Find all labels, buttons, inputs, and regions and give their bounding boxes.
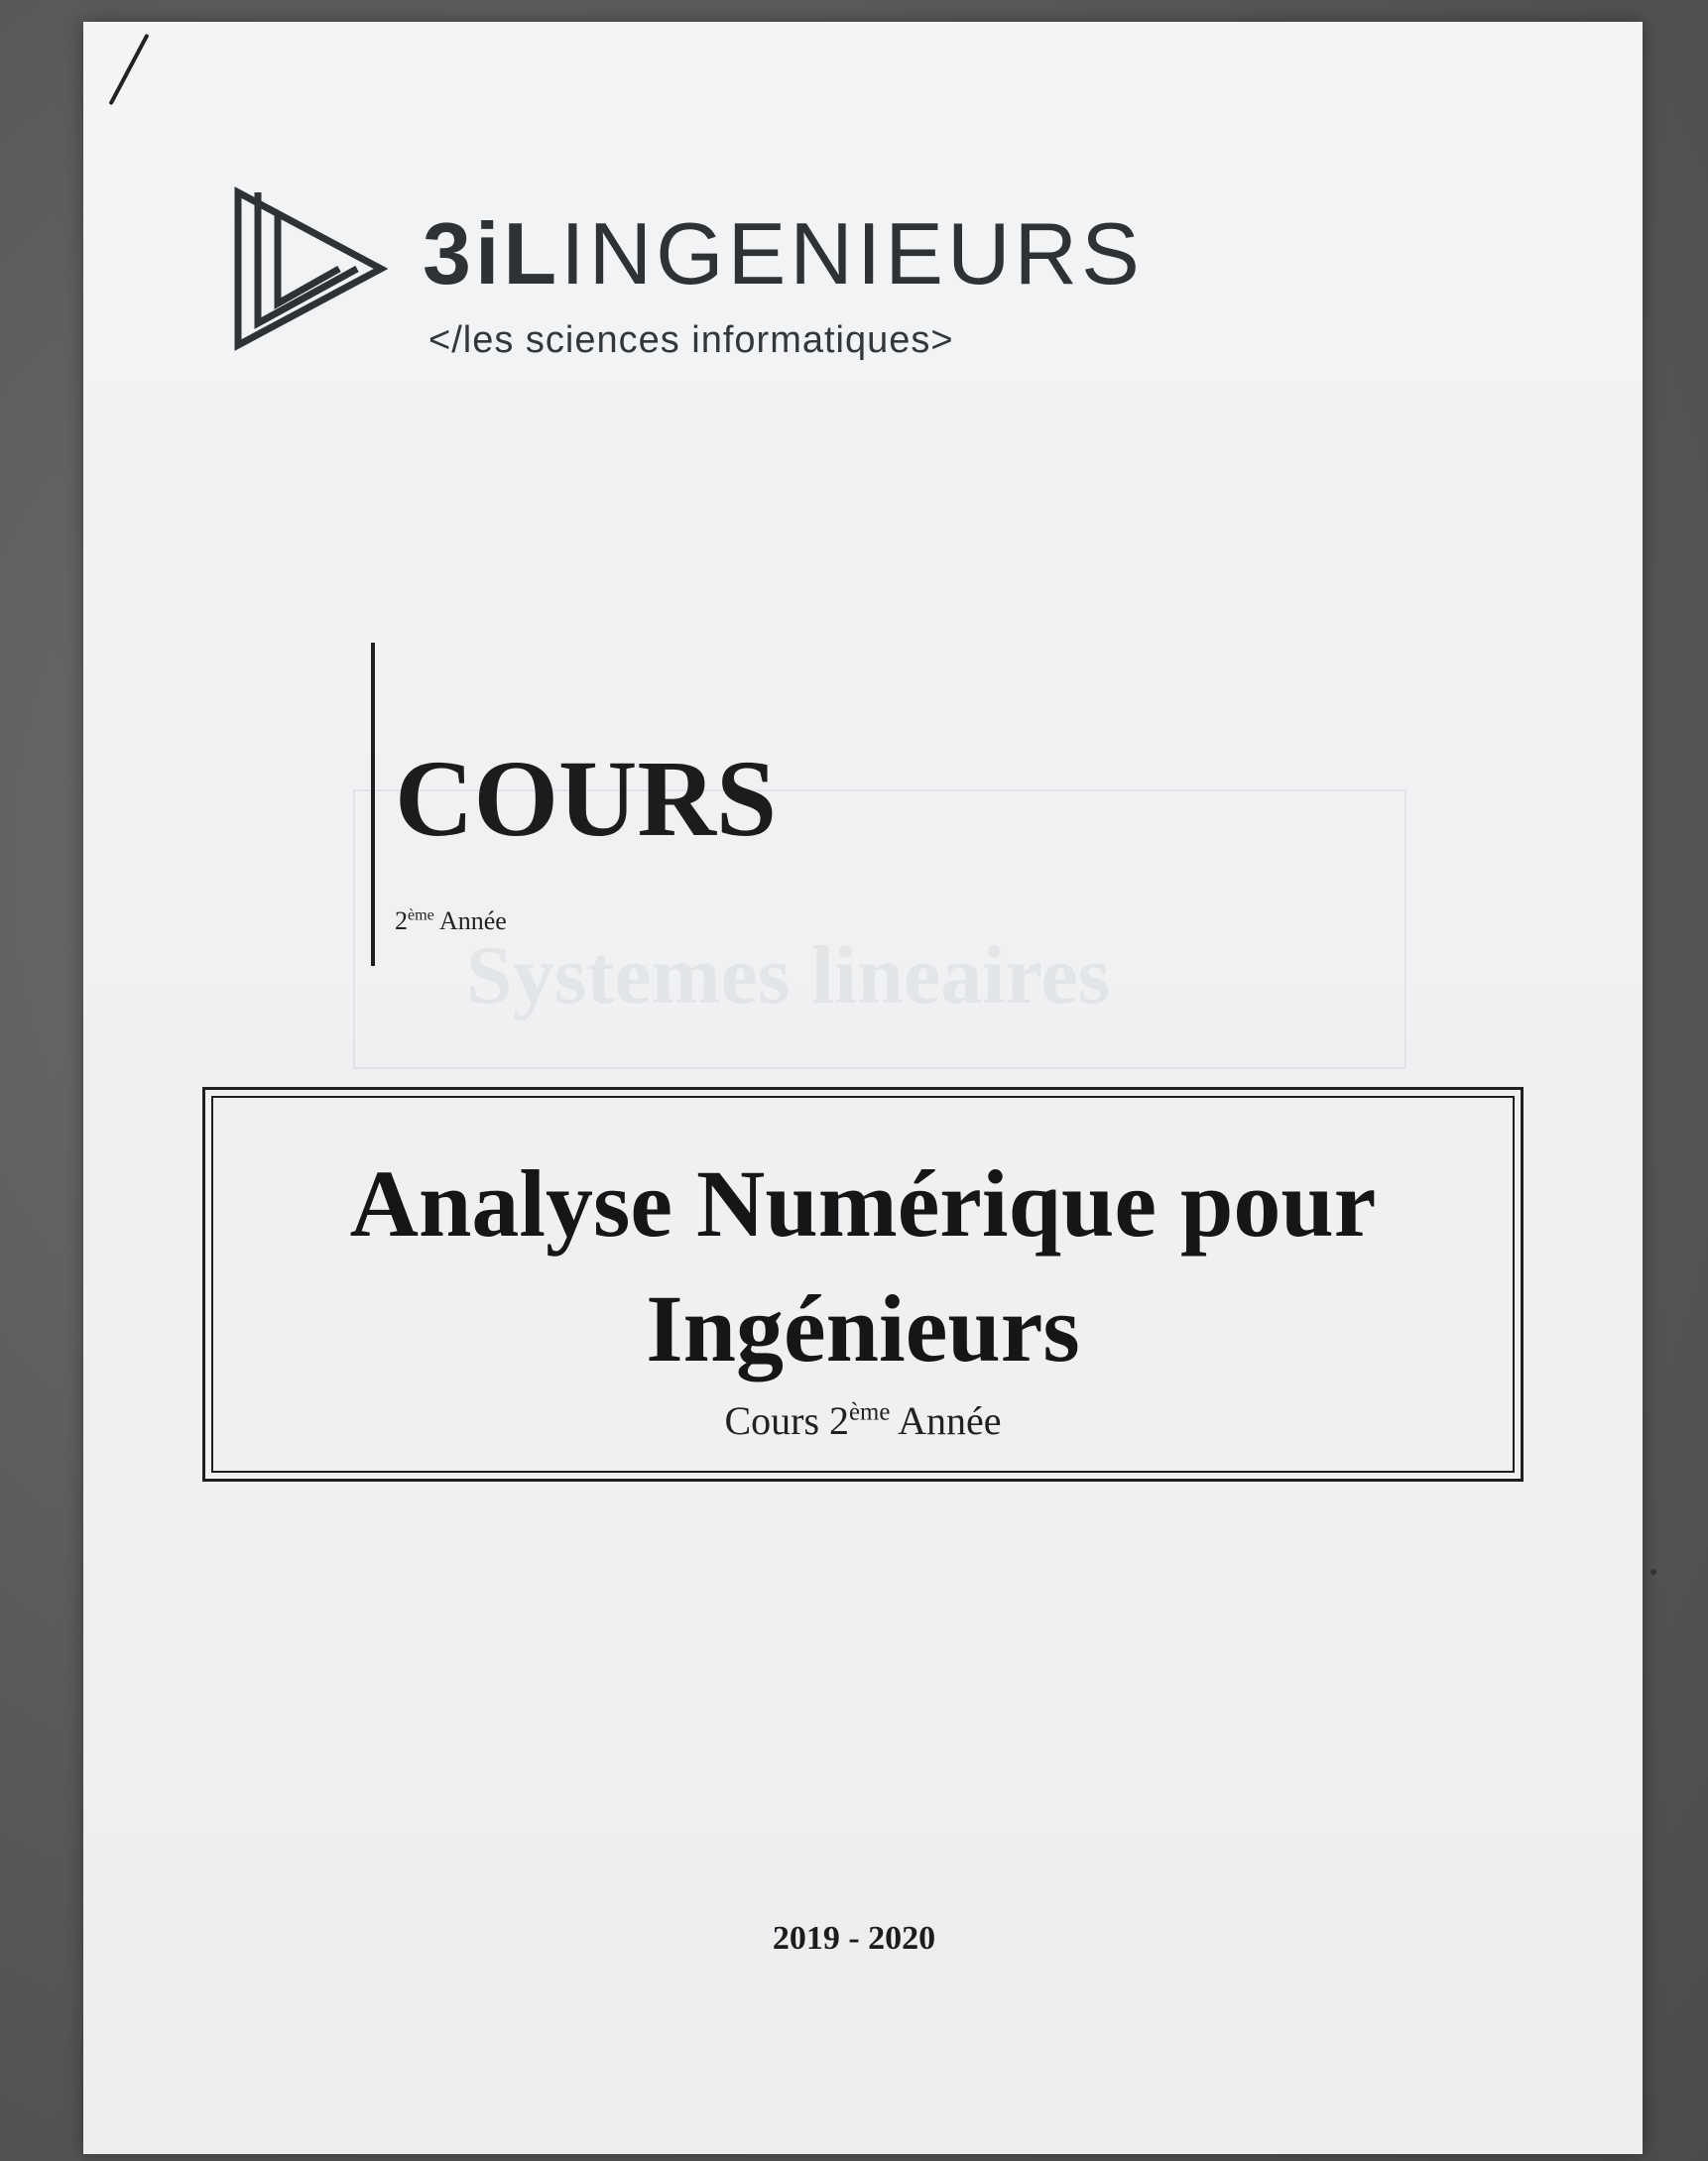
academic-year: 2019 - 2020 <box>772 1920 936 1957</box>
cours-year: 2ème Année <box>395 906 507 936</box>
course-subtitle: Cours 2ème Année <box>205 1397 1521 1444</box>
course-title: Analyse Numérique pour Ingénieurs <box>205 1141 1521 1391</box>
cours-year-label: Année <box>438 906 507 935</box>
logo-tagline: </les sciences informatiques> <box>428 319 954 361</box>
course-title-line2: Ingénieurs <box>646 1275 1080 1381</box>
logo-brand: 3iLINGENIEURS <box>423 210 1144 298</box>
paper-speck <box>1650 1569 1656 1575</box>
logo-brand-light: INGENIEURS <box>560 204 1144 302</box>
course-subtitle-suffix: ème <box>849 1398 891 1426</box>
course-subtitle-prefix: Cours 2 <box>724 1398 850 1443</box>
course-subtitle-label: Année <box>898 1398 1002 1443</box>
course-title-line1: Analyse Numérique pour <box>349 1150 1377 1257</box>
vertical-rule <box>371 643 375 966</box>
logo-brand-bold: 3iL <box>423 204 561 302</box>
triangle-play-logo-icon <box>234 186 389 351</box>
show-through-text: Systemes lineaires <box>466 929 1111 1021</box>
title-box: Analyse Numérique pour Ingénieurs Cours … <box>202 1087 1524 1482</box>
cours-heading: COURS <box>395 738 778 859</box>
cours-year-suffix: ème <box>408 906 434 924</box>
cours-year-number: 2 <box>395 906 408 935</box>
